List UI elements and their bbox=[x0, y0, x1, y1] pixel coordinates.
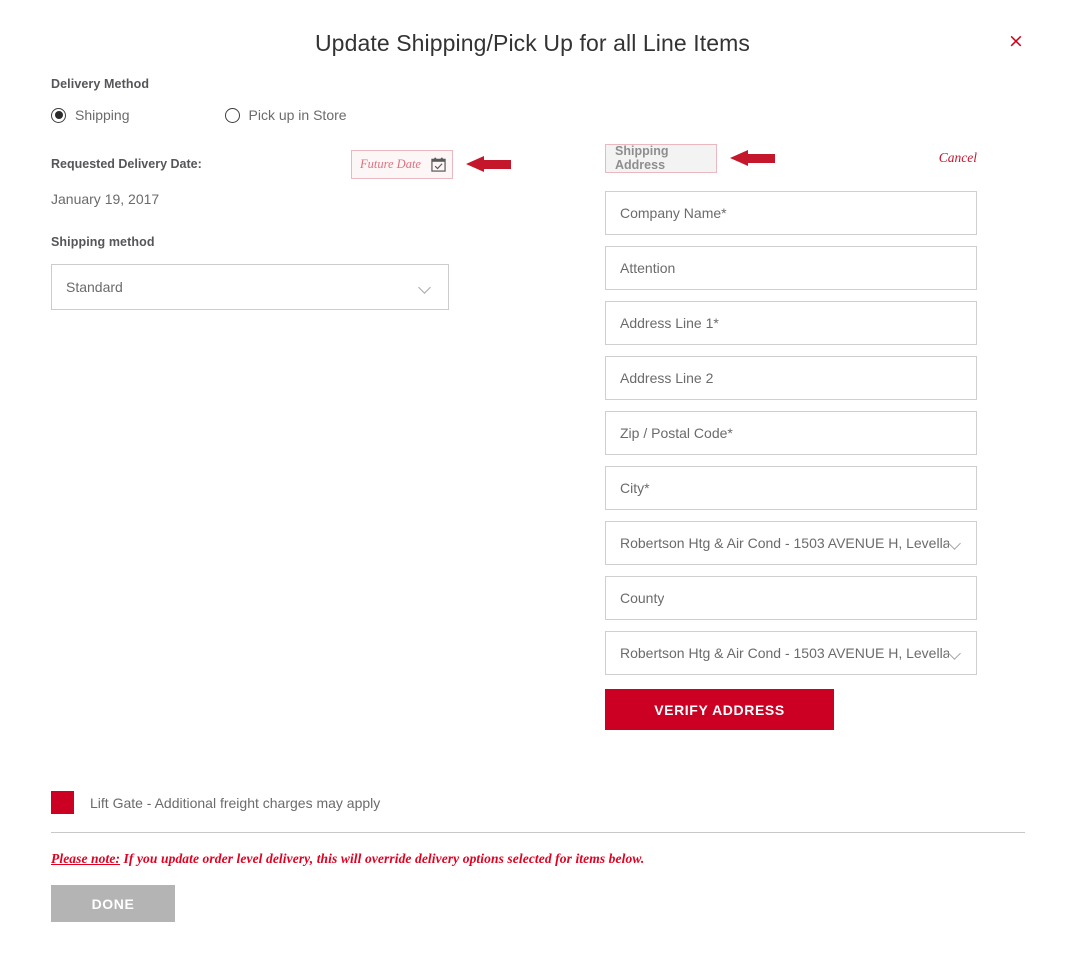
country-dropdown[interactable]: Robertson Htg & Air Cond - 1503 AVENUE H… bbox=[605, 631, 977, 675]
please-note-text: Please note: If you update order level d… bbox=[51, 851, 644, 867]
requested-delivery-date-label: Requested Delivery Date: bbox=[51, 157, 202, 171]
state-dropdown-value: Robertson Htg & Air Cond - 1503 AVENUE H… bbox=[620, 535, 949, 551]
close-icon[interactable]: × bbox=[1005, 31, 1027, 53]
radio-shipping-label: Shipping bbox=[75, 107, 130, 123]
delivery-method-radio-group: Shipping Pick up in Store bbox=[51, 107, 571, 123]
shipping-method-dropdown[interactable]: Standard bbox=[51, 264, 449, 310]
radio-shipping-icon bbox=[51, 107, 66, 123]
shipping-address-header: Shipping Address Cancel bbox=[605, 143, 977, 173]
shipping-address-title-box[interactable]: Shipping Address bbox=[605, 143, 717, 173]
radio-pickup-label: Pick up in Store bbox=[248, 107, 347, 123]
address-line-2-field[interactable]: Address Line 2 bbox=[605, 356, 977, 400]
shipping-method-selected-value: Standard bbox=[66, 279, 123, 295]
company-name-field[interactable]: Company Name* bbox=[605, 191, 977, 235]
chevron-down-icon bbox=[949, 649, 962, 657]
radio-option-pickup-in-store[interactable]: Pick up in Store bbox=[224, 107, 347, 123]
zip-postal-code-placeholder: Zip / Postal Code* bbox=[620, 425, 733, 441]
please-note-body: If you update order level delivery, this… bbox=[120, 851, 645, 866]
address-line-2-placeholder: Address Line 2 bbox=[620, 370, 714, 386]
shipping-address-title: Shipping Address bbox=[615, 144, 669, 172]
cancel-link[interactable]: Cancel bbox=[939, 150, 977, 166]
city-placeholder: City* bbox=[620, 480, 650, 496]
left-arrow-annotation-date bbox=[466, 155, 511, 173]
city-field[interactable]: City* bbox=[605, 466, 977, 510]
county-placeholder: County bbox=[620, 590, 665, 606]
left-arrow-annotation-address bbox=[730, 149, 775, 167]
zip-postal-code-field[interactable]: Zip / Postal Code* bbox=[605, 411, 977, 455]
country-dropdown-value: Robertson Htg & Air Cond - 1503 AVENUE H… bbox=[620, 645, 949, 661]
chevron-down-icon bbox=[949, 539, 962, 547]
company-name-placeholder: Company Name* bbox=[620, 205, 727, 221]
county-field[interactable]: County bbox=[605, 576, 977, 620]
footer-divider bbox=[51, 832, 1025, 833]
attention-field[interactable]: Attention bbox=[605, 246, 977, 290]
done-button[interactable]: DONE bbox=[51, 885, 175, 922]
liftgate-checkbox[interactable] bbox=[51, 791, 74, 814]
calendar-check-icon bbox=[431, 157, 446, 172]
radio-option-shipping[interactable]: Shipping bbox=[51, 107, 130, 123]
shipping-method-label: Shipping method bbox=[51, 235, 155, 249]
shipping-address-column: Shipping Address Cancel Company Name* At… bbox=[605, 143, 977, 730]
state-dropdown[interactable]: Robertson Htg & Air Cond - 1503 AVENUE H… bbox=[605, 521, 977, 565]
chevron-down-icon bbox=[419, 283, 432, 291]
liftgate-checkbox-row: Lift Gate - Additional freight charges m… bbox=[51, 791, 380, 814]
future-date-input[interactable]: Future Date bbox=[351, 149, 453, 179]
future-date-placeholder: Future Date bbox=[360, 156, 421, 171]
address-line-1-placeholder: Address Line 1* bbox=[620, 315, 719, 331]
page-title: Update Shipping/Pick Up for all Line Ite… bbox=[314, 30, 751, 56]
address-line-1-field[interactable]: Address Line 1* bbox=[605, 301, 977, 345]
delivery-method-label: Delivery Method bbox=[51, 77, 150, 91]
requested-delivery-date-row: Requested Delivery Date: Future Date bbox=[51, 149, 571, 179]
please-note-prefix: Please note: bbox=[51, 851, 121, 866]
current-delivery-date: January 19, 2017 bbox=[51, 191, 160, 207]
radio-pickup-icon bbox=[224, 107, 240, 123]
liftgate-label: Lift Gate - Additional freight charges m… bbox=[90, 794, 381, 811]
delivery-options-column: Delivery Method Shipping Pick up in Stor… bbox=[51, 77, 571, 310]
attention-placeholder: Attention bbox=[620, 260, 676, 276]
verify-address-button[interactable]: VERIFY ADDRESS bbox=[605, 689, 834, 730]
